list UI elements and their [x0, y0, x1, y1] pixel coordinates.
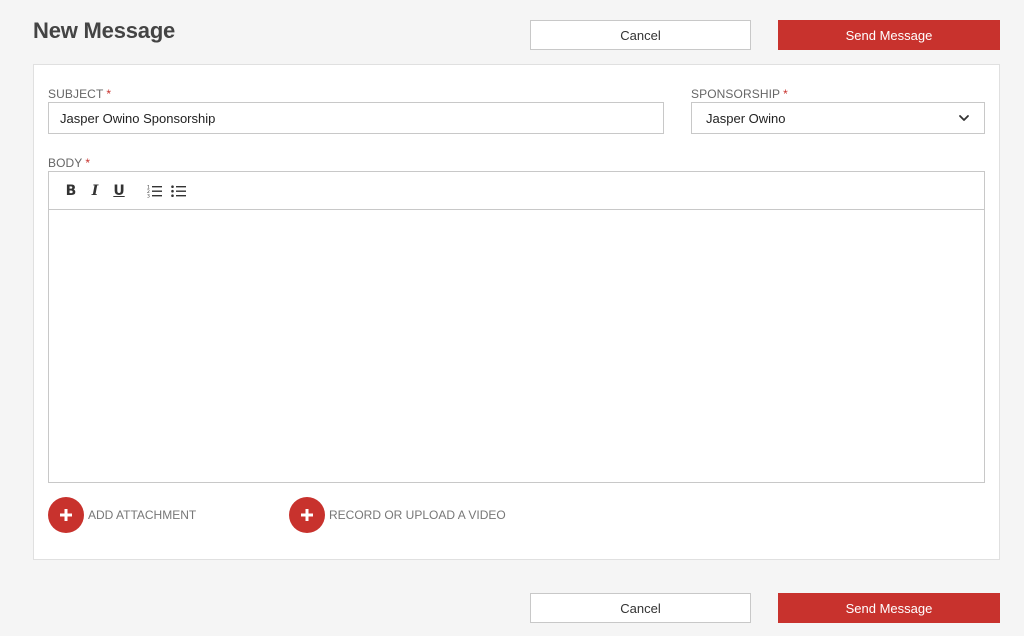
plus-icon[interactable]	[48, 497, 84, 533]
record-upload-video-button[interactable]: RECORD OR UPLOAD A VIDEO	[289, 497, 506, 533]
cancel-button-bottom[interactable]: Cancel	[530, 593, 751, 623]
page-title: New Message	[33, 18, 176, 43]
underline-button[interactable]: U	[107, 179, 131, 203]
add-attachment-button[interactable]: ADD ATTACHMENT	[48, 497, 196, 533]
italic-button[interactable]: I	[83, 179, 107, 203]
body-label-text: BODY	[48, 156, 83, 170]
record-upload-video-label[interactable]: RECORD OR UPLOAD A VIDEO	[329, 508, 506, 522]
subject-label: SUBJECT *	[48, 87, 111, 101]
body-editor: B I U 1 2 3	[48, 171, 985, 483]
editor-toolbar: B I U 1 2 3	[49, 172, 984, 210]
subject-label-text: SUBJECT	[48, 87, 104, 101]
subject-required-mark: *	[106, 87, 112, 101]
subject-input[interactable]	[48, 102, 664, 134]
ordered-list-icon[interactable]: 1 2 3	[143, 179, 167, 203]
send-message-button-top[interactable]: Send Message	[778, 20, 1000, 50]
sponsorship-label-text: SPONSORSHIP	[691, 87, 781, 101]
body-textarea[interactable]	[49, 210, 984, 482]
add-attachment-label[interactable]: ADD ATTACHMENT	[88, 508, 196, 522]
sponsorship-selected-value: Jasper Owino	[706, 110, 786, 126]
body-required-mark: *	[85, 156, 91, 170]
sponsorship-label: SPONSORSHIP *	[691, 87, 788, 101]
bold-button[interactable]: B	[59, 179, 83, 203]
bullet-list-icon[interactable]	[167, 179, 191, 203]
cancel-button-top[interactable]: Cancel	[530, 20, 751, 50]
send-message-button-bottom[interactable]: Send Message	[778, 593, 1000, 623]
body-label: BODY *	[48, 156, 90, 170]
message-form-card: SUBJECT* SPONSORSHIP* Jasper Owino BODY*…	[33, 64, 1000, 560]
svg-text:3: 3	[147, 193, 150, 198]
plus-icon[interactable]	[289, 497, 325, 533]
sponsorship-required-mark: *	[783, 87, 788, 101]
sponsorship-select[interactable]: Jasper Owino	[691, 102, 985, 134]
new-message-page: New Message Cancel Send Message SUBJECT *…	[0, 0, 1024, 636]
chevron-down-icon	[958, 112, 970, 124]
